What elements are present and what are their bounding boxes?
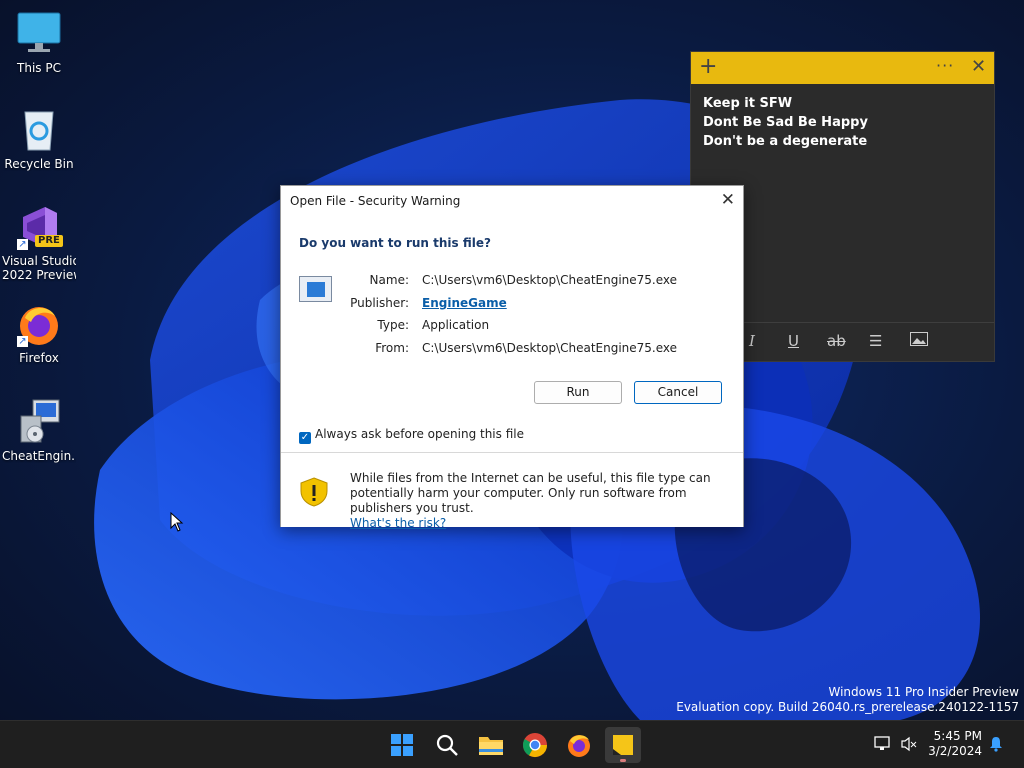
- shortcut-arrow-icon: ↗: [17, 336, 28, 347]
- more-icon[interactable]: ···: [936, 56, 954, 75]
- warning-text-block: While files from the Internet can be use…: [350, 471, 730, 531]
- firefox-icon: [568, 735, 590, 757]
- close-icon[interactable]: ✕: [971, 56, 986, 77]
- sticky-notes-icon: [613, 735, 633, 755]
- strikethrough-icon[interactable]: ab: [827, 332, 846, 350]
- note-line: Dont Be Sad Be Happy: [703, 115, 868, 130]
- file-explorer-icon: [479, 737, 503, 755]
- active-indicator: [620, 759, 626, 762]
- start-icon: [391, 734, 413, 756]
- warning-text: While files from the Internet can be use…: [350, 471, 711, 515]
- name-value: C:\Users\vm6\Desktop\CheatEngine75.exe: [422, 273, 678, 287]
- checkmark-icon[interactable]: ✓: [299, 432, 311, 444]
- search-icon: [436, 734, 458, 756]
- taskbar: 5:45 PM 3/2/2024: [0, 720, 1024, 768]
- plus-icon[interactable]: +: [699, 55, 717, 79]
- sticky-note-header[interactable]: + ··· ✕: [691, 52, 994, 84]
- shortcut-arrow-icon: ↗: [17, 239, 28, 250]
- publisher-link[interactable]: EngineGame: [422, 296, 507, 310]
- bullets-icon[interactable]: ☰: [869, 332, 882, 350]
- windows-watermark: Windows 11 Pro Insider Preview Evaluatio…: [676, 685, 1019, 715]
- desktop-icon-recycle-bin[interactable]: Recycle Bin: [2, 106, 76, 171]
- dialog-question: Do you want to run this file?: [299, 236, 491, 250]
- desktop-icon-label-line2: 2022 Preview: [2, 268, 76, 282]
- note-line: Keep it SFW: [703, 96, 793, 111]
- monitor-icon: [15, 10, 63, 58]
- italic-icon[interactable]: I: [749, 332, 755, 350]
- from-label: From:: [375, 341, 409, 355]
- type-value: Application: [422, 318, 490, 332]
- security-warning-dialog[interactable]: Open File - Security Warning ✕ Do you wa…: [280, 185, 744, 530]
- chrome-icon: [522, 733, 547, 758]
- tray-network-icon[interactable]: [874, 735, 892, 756]
- desktop-icon-label: Recycle Bin: [4, 157, 74, 171]
- from-value: C:\Users\vm6\Desktop\CheatEngine75.exe: [422, 341, 678, 355]
- file-explorer-button[interactable]: [473, 727, 509, 763]
- mouse-cursor-icon: [170, 511, 184, 535]
- clock-time: 5:45 PM: [933, 729, 982, 743]
- firefox-button[interactable]: [561, 727, 597, 763]
- search-button[interactable]: [429, 727, 465, 763]
- checkbox-label: Always ask before opening this file: [315, 427, 524, 441]
- installer-icon: [15, 398, 63, 446]
- warning-shield-icon: [299, 477, 329, 510]
- type-label: Type:: [377, 318, 409, 332]
- desktop-icon-visual-studio[interactable]: PRE ↗ Visual Studio 2022 Preview: [2, 203, 76, 282]
- desktop-icon-firefox[interactable]: ↗ Firefox: [2, 300, 76, 365]
- tray-clock[interactable]: 5:45 PM 3/2/2024: [928, 729, 982, 759]
- firefox-icon: ↗: [15, 300, 63, 348]
- run-button[interactable]: Run: [534, 381, 622, 404]
- note-line: Don't be a degenerate: [703, 134, 868, 149]
- watermark-line2: Evaluation copy. Build 26040.rs_prerelea…: [676, 700, 1019, 714]
- pre-badge: PRE: [35, 235, 63, 247]
- warning-area: While files from the Internet can be use…: [281, 452, 743, 530]
- name-label: Name:: [369, 273, 409, 287]
- visual-studio-icon: PRE ↗: [15, 203, 63, 251]
- application-file-icon: [299, 276, 332, 302]
- desktop-icon-this-pc[interactable]: This PC: [2, 10, 76, 75]
- whats-the-risk-link[interactable]: What's the risk?: [350, 516, 446, 530]
- dialog-titlebar[interactable]: Open File - Security Warning ✕: [281, 186, 743, 216]
- chrome-button[interactable]: [517, 727, 553, 763]
- recycle-bin-icon: [15, 106, 63, 154]
- image-icon[interactable]: [910, 332, 928, 350]
- desktop-icon-label: CheatEngin...: [2, 449, 76, 463]
- close-icon[interactable]: ✕: [721, 190, 735, 210]
- cancel-button[interactable]: Cancel: [634, 381, 722, 404]
- clock-date: 3/2/2024: [928, 744, 982, 758]
- desktop-icon-label: Firefox: [19, 351, 59, 365]
- notification-bell-icon[interactable]: [988, 736, 1004, 755]
- watermark-line1: Windows 11 Pro Insider Preview: [828, 685, 1019, 699]
- always-ask-checkbox[interactable]: ✓ Always ask before opening this file: [299, 427, 524, 444]
- dialog-title: Open File - Security Warning: [290, 194, 461, 208]
- desktop-icon-cheatengine[interactable]: CheatEngin...: [2, 398, 76, 463]
- sticky-notes-button[interactable]: [605, 727, 641, 763]
- underline-icon[interactable]: U: [788, 332, 799, 350]
- sticky-note-text[interactable]: Keep it SFW Dont Be Sad Be Happy Don't b…: [691, 84, 994, 161]
- desktop-icon-label: This PC: [17, 61, 61, 75]
- desktop-icon-label-line1: Visual Studio: [2, 254, 76, 268]
- start-button[interactable]: [384, 727, 420, 763]
- tray-volume-muted-icon[interactable]: [900, 735, 918, 756]
- publisher-label: Publisher:: [350, 296, 409, 310]
